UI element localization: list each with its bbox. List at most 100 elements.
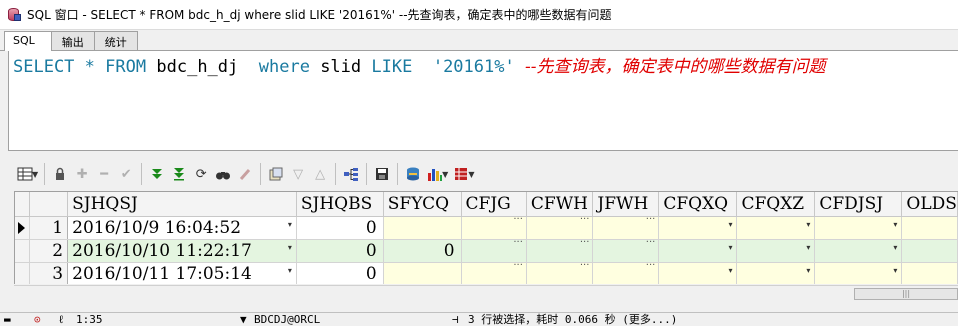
clear-icon[interactable] (234, 162, 256, 186)
cell-sjhqbs[interactable]: 0 (296, 216, 384, 240)
query-by-example-icon[interactable] (265, 162, 287, 186)
filter-up-icon[interactable]: △ (309, 162, 331, 186)
tab-statistics[interactable]: 统计 (93, 31, 138, 50)
horizontal-scrollbar[interactable]: ||| (14, 285, 958, 302)
column-header-cfdjsj[interactable]: CFDJSJ (814, 192, 903, 217)
cell-cfjg[interactable]: ··· (461, 262, 527, 284)
cell-dropdown-icon[interactable]: ▾ (806, 220, 810, 229)
column-header-cfqxq[interactable]: CFQXQ (658, 192, 738, 217)
column-header-cfjg[interactable]: CFJG (461, 192, 527, 217)
cell-dropdown-icon[interactable]: ▾ (728, 266, 732, 275)
cell-cfjg[interactable]: ··· (461, 239, 527, 263)
cell-cfwh[interactable]: ··· (526, 262, 594, 284)
cell-dropdown-icon[interactable]: ▾ (893, 266, 897, 275)
table-row[interactable]: 3 2016/10/11 17:05:14 ▾ 0 ··· ··· ··· ▾ ▾… (15, 262, 958, 284)
toolbar-separator (335, 163, 337, 185)
tab-output[interactable]: 输出 (50, 31, 95, 50)
cell-olds[interactable] (901, 239, 958, 263)
tab-sql[interactable]: SQL (4, 31, 52, 51)
cell-dropdown-icon[interactable]: ▾ (288, 220, 292, 229)
cell-dropdown-icon[interactable]: ▾ (288, 243, 292, 252)
cell-sfycq[interactable] (383, 216, 462, 240)
column-header-jfwh[interactable]: JFWH (592, 192, 660, 217)
table-row[interactable]: 1 2016/10/9 16:04:52 ▾ 0 ··· ··· ··· ▾ ▾ … (15, 216, 958, 240)
cell-cfjg[interactable]: ··· (461, 216, 527, 240)
chart-icon[interactable] (424, 162, 446, 186)
cell-jfwh[interactable]: ··· (592, 216, 660, 240)
tree-view-icon[interactable] (340, 162, 362, 186)
cell-cfqxz[interactable]: ▾ (736, 216, 816, 240)
cell-ellipsis-icon[interactable]: ··· (513, 216, 523, 225)
post-changes-icon[interactable]: ✔ (115, 162, 137, 186)
filter-down-icon[interactable]: ▽ (287, 162, 309, 186)
cell-dropdown-icon[interactable]: ▾ (288, 266, 292, 275)
find-icon[interactable] (212, 162, 234, 186)
delete-record-icon[interactable]: ━ (93, 162, 115, 186)
kw-from: FROM (105, 57, 147, 77)
cell-cfqxq[interactable]: ▾ (658, 216, 738, 240)
cell-cfwh[interactable]: ··· (526, 216, 594, 240)
row-number: 3 (29, 262, 69, 284)
column-name: slid (320, 57, 362, 77)
cell-dropdown-icon[interactable]: ▾ (806, 266, 810, 275)
cell-ellipsis-icon[interactable]: ··· (580, 262, 590, 271)
cell-cfdjsj[interactable]: ▾ (814, 216, 903, 240)
column-header-sfycq[interactable]: SFYCQ (383, 192, 462, 217)
report-icon[interactable] (450, 162, 472, 186)
export-icon[interactable] (402, 162, 424, 186)
cell-cfwh[interactable]: ··· (526, 239, 594, 263)
cell-value: 2016/10/11 17:05:14 (72, 263, 252, 284)
connection-label[interactable]: BDCDJ@ORCL (254, 314, 320, 326)
column-header-cfwh[interactable]: CFWH (526, 192, 594, 217)
column-header-sjhqsj[interactable]: SJHQSJ (67, 192, 297, 217)
cell-ellipsis-icon[interactable]: ··· (513, 239, 523, 248)
cell-dropdown-icon[interactable]: ▾ (893, 220, 897, 229)
refresh-icon[interactable]: ⟳ (190, 162, 212, 186)
add-record-icon[interactable]: ✚ (71, 162, 93, 186)
cell-cfqxq[interactable]: ▾ (658, 262, 738, 284)
cell-sjhqbs[interactable]: 0 (296, 262, 384, 284)
cell-ellipsis-icon[interactable]: ··· (513, 262, 523, 271)
status-bar: ▬ ⊙ ℓ 1:35 ▼ BDCDJ@ORCL ⊣ 3 行被选择，耗时 0.06… (0, 312, 958, 326)
save-icon[interactable] (371, 162, 393, 186)
cell-dropdown-icon[interactable]: ▾ (806, 243, 810, 252)
column-header-olds[interactable]: OLDS (901, 192, 958, 217)
status-message: 3 行被选择，耗时 0.066 秒 (更多...) (468, 313, 678, 326)
cell-cfqxq[interactable]: ▾ (658, 239, 738, 263)
header-row: SJHQSJ SJHQBS SFYCQ CFJG CFWH JFWH CFQXQ… (15, 192, 958, 217)
toolbar-separator (141, 163, 143, 185)
scrollbar-thumb[interactable]: ||| (854, 288, 958, 300)
sql-code[interactable]: SELECT * FROM bdc_h_dj where slid LIKE '… (13, 55, 825, 79)
cell-sfycq[interactable] (383, 262, 462, 284)
table-row[interactable]: 2 2016/10/10 11:22:17 ▾ 0 0 ··· ··· ··· ▾… (15, 239, 958, 263)
cell-cfdjsj[interactable]: ▾ (814, 262, 903, 284)
column-header-sjhqbs[interactable]: SJHQBS (296, 192, 384, 217)
cell-dropdown-icon[interactable]: ▾ (728, 243, 732, 252)
grid-view-icon[interactable] (14, 162, 36, 186)
column-header-cfqxz[interactable]: CFQXZ (736, 192, 816, 217)
cell-ellipsis-icon[interactable]: ··· (646, 216, 656, 225)
cell-jfwh[interactable]: ··· (592, 262, 660, 284)
cell-cfqxz[interactable]: ▾ (736, 239, 816, 263)
cell-sfycq[interactable]: 0 (383, 239, 462, 263)
cell-sjhqsj[interactable]: 2016/10/11 17:05:14 ▾ (67, 262, 297, 284)
cell-sjhqbs[interactable]: 0 (296, 239, 384, 263)
cell-olds[interactable] (901, 262, 958, 284)
lock-icon[interactable] (49, 162, 71, 186)
cell-sjhqsj[interactable]: 2016/10/9 16:04:52 ▾ (67, 216, 297, 240)
cell-ellipsis-icon[interactable]: ··· (580, 239, 590, 248)
cell-olds[interactable] (901, 216, 958, 240)
cell-cfdjsj[interactable]: ▾ (814, 239, 903, 263)
cell-ellipsis-icon[interactable]: ··· (646, 262, 656, 271)
cell-cfqxz[interactable]: ▾ (736, 262, 816, 284)
fetch-last-icon[interactable] (168, 162, 190, 186)
cell-ellipsis-icon[interactable]: ··· (580, 216, 590, 225)
cell-dropdown-icon[interactable]: ▾ (893, 243, 897, 252)
fetch-next-icon[interactable] (146, 162, 168, 186)
cell-dropdown-icon[interactable]: ▾ (728, 220, 732, 229)
connection-dropdown-icon[interactable]: ▼ (240, 314, 247, 326)
cell-jfwh[interactable]: ··· (592, 239, 660, 263)
cell-sjhqsj[interactable]: 2016/10/10 11:22:17 ▾ (67, 239, 297, 263)
sql-editor[interactable]: SELECT * FROM bdc_h_dj where slid LIKE '… (8, 51, 958, 151)
cell-ellipsis-icon[interactable]: ··· (646, 239, 656, 248)
